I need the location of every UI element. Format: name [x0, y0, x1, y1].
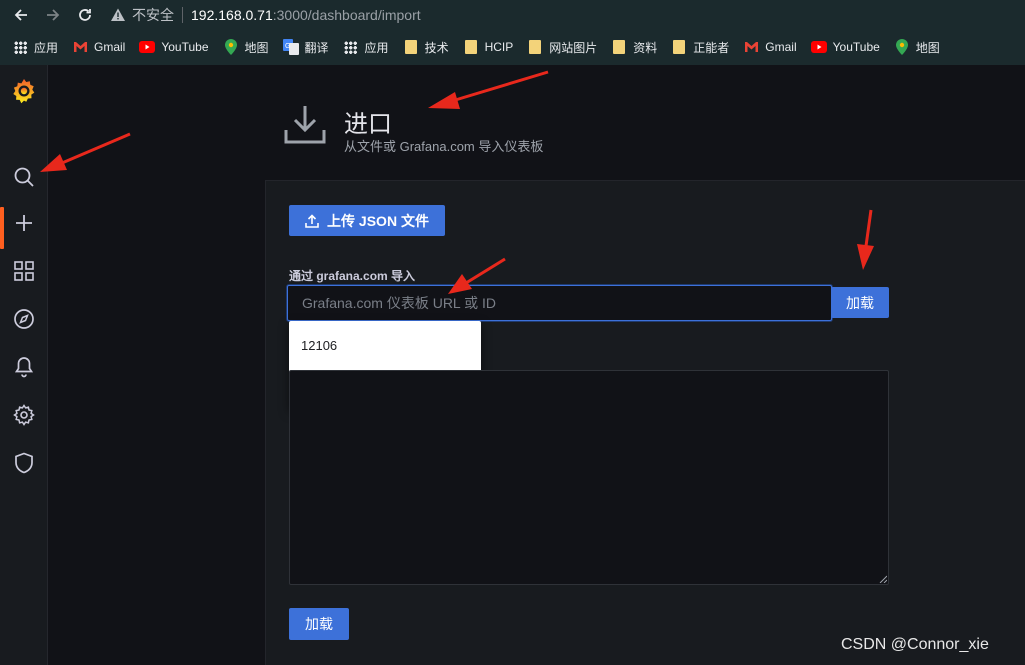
arrow-left-icon: [14, 9, 27, 21]
gmail-icon: [743, 39, 759, 55]
bookmark-youtube-2[interactable]: YouTube: [810, 39, 880, 55]
grafana-dashboard-url-input[interactable]: [287, 285, 832, 321]
bookmark-apps-2[interactable]: 应用: [343, 39, 389, 56]
url-path: :3000/dashboard/import: [272, 7, 421, 23]
compass-icon: [14, 309, 34, 329]
sidebar-item-search[interactable]: [0, 157, 48, 197]
plus-icon: [16, 215, 32, 231]
bookmark-maps-2[interactable]: 地图: [894, 39, 940, 56]
bookmarks-bar: 应用 Gmail YouTube 地图 G 翻译 应用 技术 HCIP 网站图片 …: [0, 30, 1025, 64]
translate-icon: G: [282, 39, 299, 55]
youtube-icon: [810, 39, 827, 55]
bookmark-label: 正能者: [693, 40, 730, 55]
apps-grid-icon: [343, 39, 359, 55]
folder-icon: [463, 39, 479, 55]
bookmark-label: 技术: [424, 40, 449, 55]
json-model-textarea[interactable]: [289, 370, 889, 585]
page-title: 进口: [344, 111, 392, 138]
maps-pin-icon: [894, 39, 910, 55]
folder-icon: [611, 39, 627, 55]
autocomplete-option[interactable]: 12106: [301, 338, 337, 353]
bookmark-folder-resources[interactable]: 资料: [611, 39, 657, 56]
sidebar-item-dashboards[interactable]: [0, 251, 48, 291]
grafana-logo[interactable]: [0, 71, 48, 111]
bookmark-folder-hcip[interactable]: HCIP: [463, 39, 514, 55]
back-button[interactable]: [8, 2, 34, 28]
bell-icon: [14, 357, 34, 378]
sidebar-item-explore[interactable]: [0, 299, 48, 339]
bookmark-label: 网站图片: [549, 40, 598, 55]
svg-text:G: G: [285, 43, 290, 50]
apps-grid-icon: [12, 39, 28, 55]
sidebar-item-alerting[interactable]: [0, 347, 48, 387]
forward-button[interactable]: [40, 2, 66, 28]
browser-chrome: 不安全 192.168.0.71:3000/dashboard/import 应…: [0, 0, 1025, 65]
maps-pin-icon: [223, 39, 239, 55]
annotation-arrow: [428, 70, 549, 109]
bookmark-youtube[interactable]: YouTube: [139, 39, 209, 55]
upload-json-label: 上传 JSON 文件: [327, 212, 429, 229]
url-bar[interactable]: 不安全 192.168.0.71:3000/dashboard/import: [110, 5, 421, 25]
folder-icon: [671, 39, 687, 55]
bookmark-label: 应用: [34, 40, 59, 55]
youtube-icon: [139, 39, 156, 55]
watermark: CSDN @Connor_xie: [841, 636, 989, 653]
bookmark-label: 翻译: [304, 40, 329, 55]
upload-json-button[interactable]: 上传 JSON 文件: [289, 205, 445, 236]
page-subtitle: 从文件或 Grafana.com 导入仪表板: [344, 139, 544, 154]
warning-icon: [111, 8, 125, 21]
bookmark-folder-positive[interactable]: 正能者: [671, 39, 729, 56]
bookmark-label: Gmail: [94, 40, 126, 54]
url-separator: [182, 7, 183, 23]
insecure-label[interactable]: 不安全: [132, 5, 174, 25]
shield-icon: [15, 452, 33, 474]
bookmark-label: YouTube: [832, 40, 880, 54]
bookmark-gmail[interactable]: Gmail: [72, 39, 125, 55]
bookmark-label: Gmail: [765, 40, 797, 54]
reload-button[interactable]: [72, 2, 98, 28]
gmail-icon: [72, 39, 88, 55]
sidebar-item-create[interactable]: [0, 203, 48, 249]
bookmark-label: HCIP: [484, 40, 514, 54]
address-bar-row: 不安全 192.168.0.71:3000/dashboard/import: [0, 0, 1025, 30]
bookmark-translate[interactable]: G 翻译: [282, 39, 329, 56]
arrow-right-icon: [47, 9, 60, 21]
bookmark-label: 资料: [633, 40, 658, 55]
folder-icon: [403, 39, 419, 55]
sidebar-item-server-admin[interactable]: [0, 443, 48, 483]
annotation-arrow: [40, 132, 131, 172]
grafana-logo-icon: [13, 79, 35, 104]
bookmark-folder-tech[interactable]: 技术: [403, 39, 449, 56]
sidebar-item-configuration[interactable]: [0, 395, 48, 435]
bookmark-label: 应用: [364, 40, 389, 55]
folder-icon: [527, 39, 543, 55]
search-icon: [14, 167, 34, 187]
bookmark-folder-images[interactable]: 网站图片: [527, 39, 597, 56]
bookmark-maps[interactable]: 地图: [223, 39, 269, 56]
bookmark-label: 地图: [915, 40, 940, 55]
load-json-button[interactable]: 加载: [289, 608, 349, 640]
grafana-sidebar: [0, 65, 48, 665]
bookmark-label: 地图: [244, 40, 269, 55]
page-header-icon-wrap: [283, 100, 327, 153]
resize-grip-icon[interactable]: [879, 575, 887, 583]
dashboards-grid-icon: [14, 261, 34, 281]
load-button[interactable]: 加载: [831, 287, 889, 318]
bookmark-gmail-2[interactable]: Gmail: [743, 39, 797, 55]
bookmark-apps[interactable]: 应用: [12, 39, 58, 56]
bookmark-label: YouTube: [161, 40, 209, 54]
download-icon: [284, 106, 326, 144]
upload-icon: [305, 213, 319, 228]
url-host: 192.168.0.71: [191, 7, 273, 23]
gear-icon: [13, 404, 35, 426]
reload-icon: [79, 9, 91, 21]
grafana-import-label: 通过 grafana.com 导入: [289, 269, 416, 283]
